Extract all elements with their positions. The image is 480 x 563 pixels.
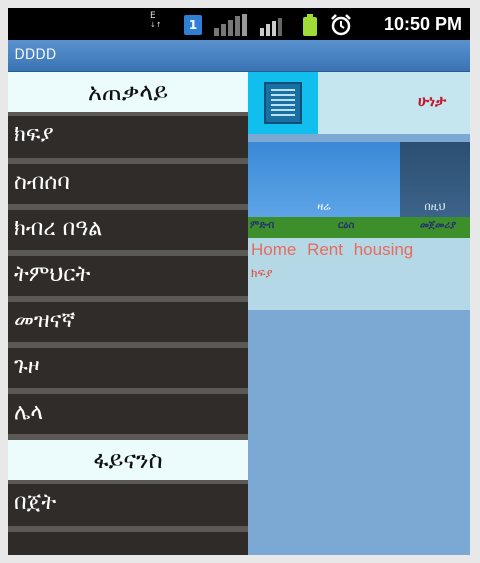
- list-menu-icon: [264, 82, 302, 124]
- app-title-bar: ᎠᎠᎠᎠ: [8, 40, 470, 72]
- column-header-start: መጀመሪያ: [420, 220, 457, 231]
- tab-today[interactable]: ዛሬ: [248, 142, 400, 220]
- phone-screen: E ↓↑ 1 10:50 PM ᎠᎠᎠᎠ አጠቃላይ ክፍያ ስብሰባ ክብረ …: [8, 8, 470, 555]
- view-tabs: ዛሬ በዚህ: [248, 142, 470, 220]
- content-app-bar: ሁነታ: [248, 72, 470, 134]
- drawer-section-header-finance: ፋይናንስ: [8, 440, 248, 480]
- tab-today-label: ዛሬ: [317, 200, 331, 213]
- signal-bars-secondary-icon: [260, 18, 282, 36]
- sim-slot-badge: 1: [184, 15, 202, 35]
- column-header-title: ርዕስ: [338, 220, 355, 231]
- drawer-item-payment[interactable]: ክፍያ: [8, 112, 248, 158]
- signal-bars-icon: [214, 14, 247, 36]
- drawer-item-education[interactable]: ትምህርት: [8, 250, 248, 296]
- network-type-indicator: E ↓↑: [150, 11, 162, 30]
- alarm-clock-icon: [331, 14, 351, 36]
- drawer-item-meeting[interactable]: ስብሰባ: [8, 158, 248, 204]
- status-bar: E ↓↑ 1 10:50 PM: [8, 8, 470, 40]
- drawer-item-budget[interactable]: በጀት: [8, 480, 248, 526]
- main-content: ሁነታ ዛሬ በዚህ ምድብ ርዕስ መጀመሪያ Home Rent housi…: [248, 72, 470, 555]
- content-title: ሁነታ: [418, 92, 447, 110]
- drawer-item-holiday[interactable]: ክብረ በዓል: [8, 204, 248, 250]
- tab-this-period[interactable]: በዚህ: [400, 142, 470, 220]
- drawer-item-travel[interactable]: ጉዞ: [8, 342, 248, 388]
- drawer-item-other[interactable]: ሌላ: [8, 388, 248, 434]
- battery-icon: [303, 14, 317, 36]
- status-clock: 10:50 PM: [383, 14, 462, 34]
- drawer-item-entertainment[interactable]: መዝናኛ: [8, 296, 248, 342]
- app-title: ᎠᎠᎠᎠ: [15, 47, 57, 63]
- column-header-strip: ምድብ ርዕስ መጀመሪያ: [248, 217, 470, 238]
- event-category: ክፍያ: [251, 266, 273, 280]
- event-title: Home Rent housing: [251, 240, 414, 259]
- menu-button[interactable]: [248, 72, 318, 134]
- drawer-section-header-general: አጠቃላይ: [8, 72, 248, 112]
- network-type-label: E: [150, 11, 156, 21]
- column-header-category: ምድብ: [250, 220, 275, 231]
- navigation-drawer: አጠቃላይ ክፍያ ስብሰባ ክብረ በዓል ትምህርት መዝናኛ ጉዞ ሌላ …: [8, 72, 248, 555]
- event-list-row[interactable]: Home Rent housing ክፍያ: [248, 238, 470, 310]
- drawer-divider: [8, 526, 248, 532]
- tab-this-period-label: በዚህ: [424, 200, 446, 213]
